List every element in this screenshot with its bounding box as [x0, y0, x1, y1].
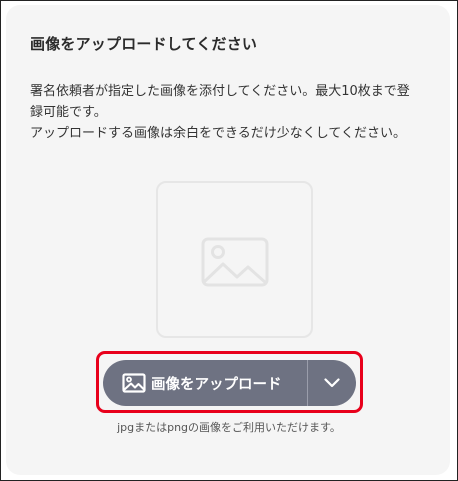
dialog-title: 画像をアップロードしてください [30, 35, 258, 53]
description-line: アップロードする画像は余白をできるだけ少なくしてください。 [30, 126, 406, 141]
dialog-description: 署名依頼者が指定した画像を添付してください。最大10枚まで登 録可能です。 アッ… [30, 81, 444, 144]
image-icon [122, 373, 146, 393]
window-frame: 画像をアップロードしてください 署名依頼者が指定した画像を添付してください。最大… [0, 0, 458, 481]
upload-button-group: 画像をアップロード [103, 360, 356, 406]
upload-options-dropdown[interactable] [308, 360, 356, 406]
file-type-hint: jpgまたはpngの画像をご利用いただけます。 [117, 421, 341, 434]
image-preview-placeholder [156, 181, 313, 338]
image-icon [201, 237, 269, 287]
chevron-down-icon [324, 378, 340, 388]
description-line: 署名依頼者が指定した画像を添付してください。最大10枚まで登 [30, 84, 410, 99]
upload-image-button[interactable]: 画像をアップロード [103, 360, 307, 406]
upload-button-label: 画像をアップロード [151, 376, 282, 393]
description-line: 録可能です。 [30, 105, 107, 120]
